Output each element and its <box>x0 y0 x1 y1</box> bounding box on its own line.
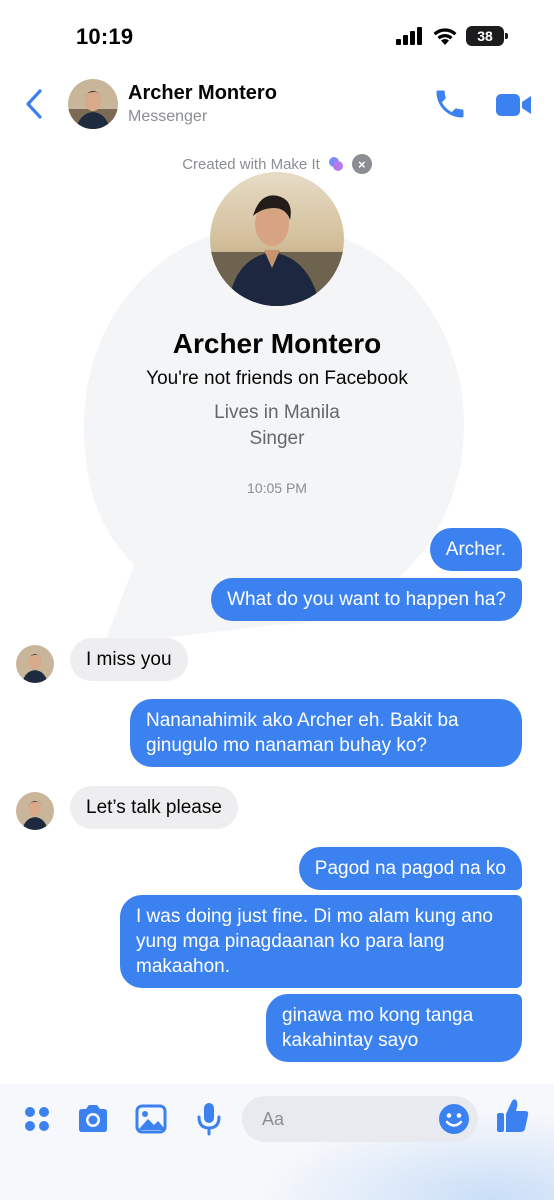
back-button[interactable] <box>18 84 50 124</box>
avatar-photo <box>68 79 118 129</box>
emoji-button[interactable] <box>438 1103 470 1135</box>
sender-avatar[interactable] <box>16 792 54 830</box>
avatar-photo <box>16 792 54 830</box>
phone-icon <box>436 90 464 118</box>
signal-icon <box>396 27 422 45</box>
message-bubble-outgoing[interactable]: What do you want to happen ha? <box>211 578 522 621</box>
message-bubble-outgoing[interactable]: Archer. <box>429 528 522 571</box>
wifi-icon <box>433 27 457 45</box>
message-bubble-outgoing[interactable]: I was doing just fine. Di mo alam kung a… <box>120 895 522 988</box>
avatar-photo <box>16 645 54 683</box>
voice-button[interactable] <box>192 1102 226 1136</box>
chevron-left-icon <box>26 89 42 119</box>
video-call-button[interactable] <box>494 90 534 120</box>
sparkle-icon <box>328 157 343 171</box>
thumbs-up-icon <box>497 1099 529 1132</box>
four-dots-icon <box>25 1107 49 1131</box>
message-composer <box>0 1084 554 1200</box>
close-icon[interactable]: × <box>351 154 372 174</box>
apps-button[interactable] <box>20 1102 54 1136</box>
message-bubble-outgoing[interactable]: Nananahimik ako Archer eh. Bakit ba ginu… <box>130 699 522 767</box>
camera-icon <box>79 1105 107 1132</box>
video-camera-icon <box>496 94 531 116</box>
message-bubble-incoming[interactable]: Let’s talk please <box>70 786 238 829</box>
message-input[interactable] <box>242 1096 422 1142</box>
profile-name: Archer Montero <box>172 328 382 359</box>
profile-photo[interactable] <box>210 172 344 306</box>
chat-header: Archer Montero Messenger <box>0 70 554 144</box>
status-bar: 10:19 38 <box>0 0 554 70</box>
profile-picture <box>210 172 344 306</box>
made-with-label: Created with Make It <box>182 155 320 173</box>
contact-name[interactable]: Archer Montero <box>128 82 277 105</box>
camera-button[interactable] <box>76 1102 110 1136</box>
call-button[interactable] <box>432 86 468 122</box>
profile-occupation: Singer <box>249 428 305 449</box>
battery-indicator: 38 <box>466 26 508 46</box>
contact-avatar[interactable] <box>68 79 118 129</box>
contact-subtitle: Messenger <box>128 108 208 125</box>
message-bubble-incoming[interactable]: I miss you <box>70 638 188 681</box>
friends-status: You're not friends on Facebook <box>146 368 408 389</box>
status-time: 10:19 <box>76 24 134 49</box>
status-icons: 38 <box>396 26 508 46</box>
message-bubble-outgoing[interactable]: ginawa mo kong tanga kakahintay sayo <box>266 994 522 1062</box>
like-button[interactable] <box>496 1099 530 1133</box>
microphone-icon <box>197 1103 221 1136</box>
gallery-button[interactable] <box>134 1102 168 1136</box>
profile-location: Lives in Manila <box>214 402 340 423</box>
sender-avatar[interactable] <box>16 645 54 683</box>
image-icon <box>135 1104 167 1134</box>
made-with-banner: Created with Make It × <box>0 154 554 174</box>
message-bubble-outgoing[interactable]: Pagod na pagod na ko <box>298 847 522 890</box>
thread-timestamp: 10:05 PM <box>247 480 307 496</box>
smiley-icon <box>439 1104 469 1134</box>
